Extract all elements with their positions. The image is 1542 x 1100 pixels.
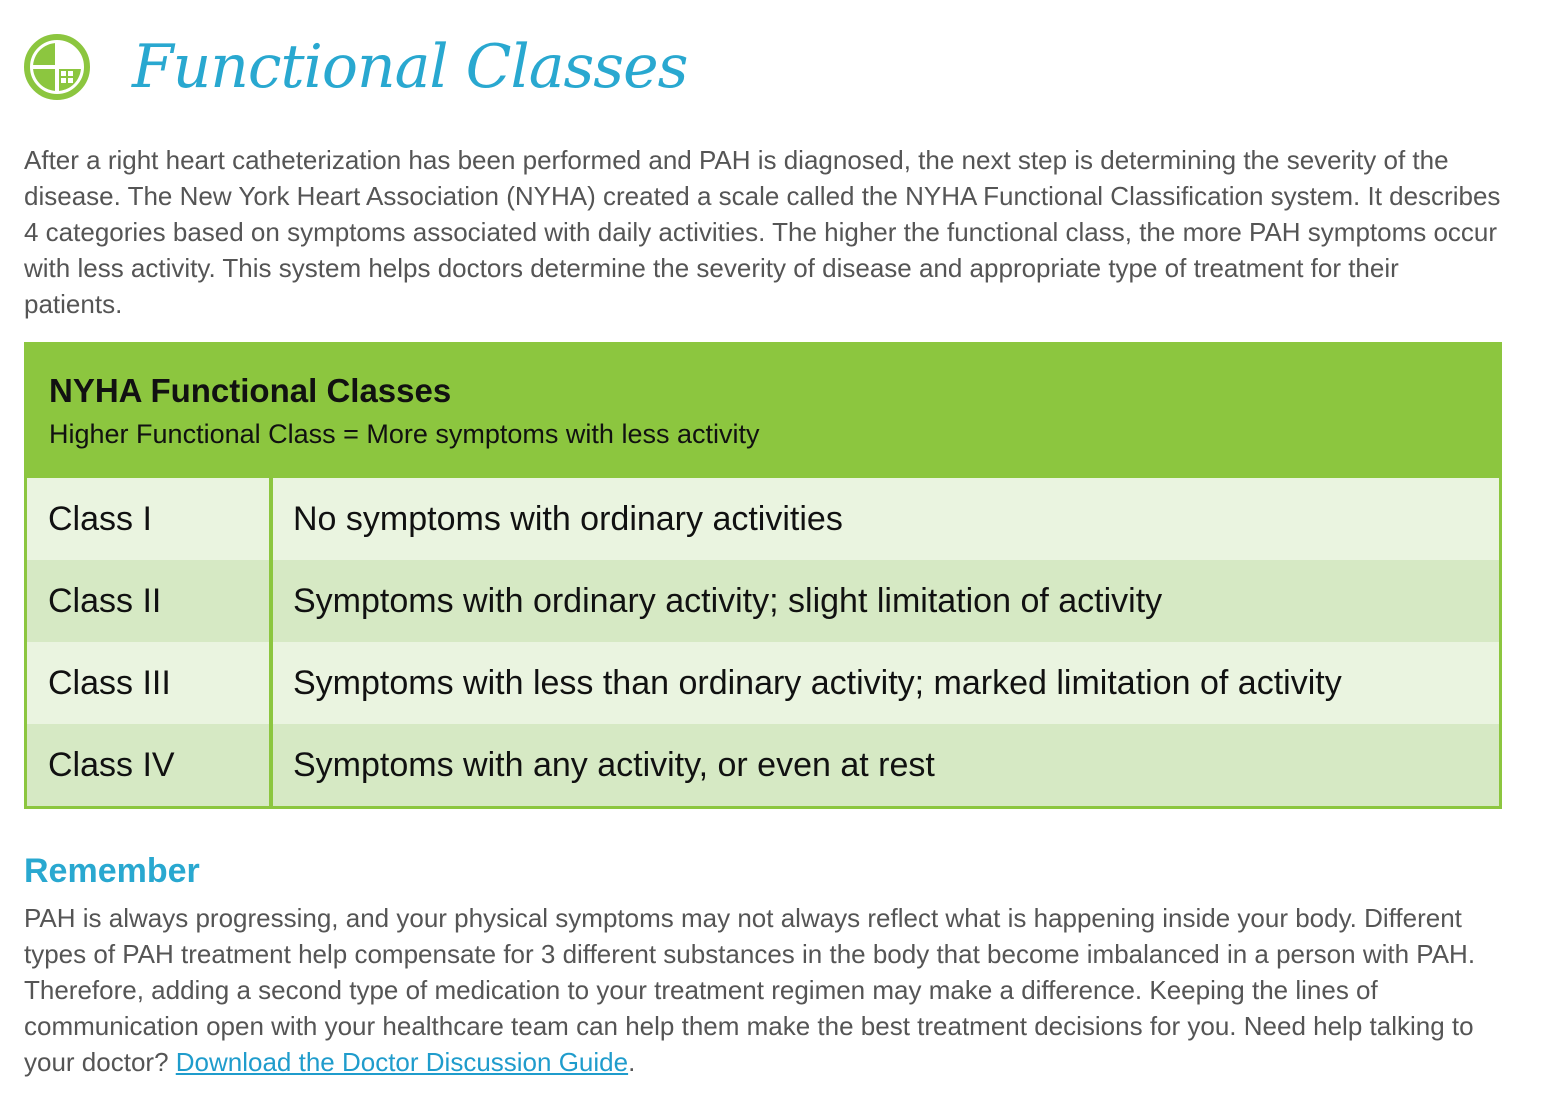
- table-body: Class I No symptoms with ordinary activi…: [27, 478, 1499, 806]
- class-description-cell: Symptoms with any activity, or even at r…: [273, 724, 1499, 806]
- remember-trailing: .: [628, 1047, 636, 1077]
- table-row-class-ii: Class II Symptoms with ordinary activity…: [27, 560, 1499, 642]
- class-name-cell: Class IV: [27, 724, 269, 806]
- class-description-cell: No symptoms with ordinary activities: [273, 478, 1499, 560]
- table-subtitle: Higher Functional Class = More symptoms …: [49, 419, 760, 449]
- table-header: NYHA Functional Classes Higher Functiona…: [27, 345, 1499, 478]
- page: Functional Classes After a right heart c…: [0, 0, 1542, 1100]
- table-row-class-i: Class I No symptoms with ordinary activi…: [27, 478, 1499, 560]
- nyha-functional-classes-table: NYHA Functional Classes Higher Functiona…: [24, 342, 1502, 809]
- page-title: Functional Classes: [132, 32, 688, 102]
- table-row-class-iii: Class III Symptoms with less than ordina…: [27, 642, 1499, 724]
- class-name-cell: Class III: [27, 642, 269, 724]
- page-header: Functional Classes: [24, 22, 688, 112]
- remember-paragraph: PAH is always progressing, and your phys…: [24, 900, 1504, 1080]
- remember-heading: Remember: [24, 852, 200, 890]
- class-name-cell: Class II: [27, 560, 269, 642]
- table-title: NYHA Functional Classes: [49, 372, 452, 409]
- class-description-cell: Symptoms with less than ordinary activit…: [273, 642, 1499, 724]
- intro-paragraph: After a right heart catheterization has …: [24, 145, 1501, 319]
- class-description-cell: Symptoms with ordinary activity; slight …: [273, 560, 1499, 642]
- table-row-class-iv: Class IV Symptoms with any activity, or …: [27, 724, 1499, 806]
- functional-classes-logo-icon: [24, 34, 90, 100]
- doctor-discussion-guide-link[interactable]: Download the Doctor Discussion Guide: [176, 1047, 628, 1077]
- class-name-cell: Class I: [27, 478, 269, 560]
